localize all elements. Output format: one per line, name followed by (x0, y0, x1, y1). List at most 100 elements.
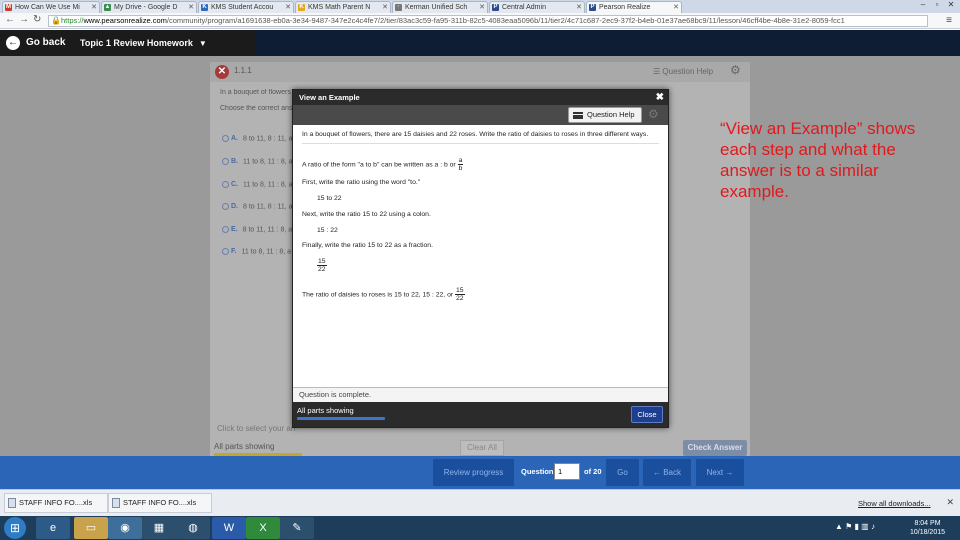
back-arrow-icon: ← (6, 36, 20, 50)
pearson-icon: P (589, 4, 596, 11)
review-progress-button[interactable]: Review progress (433, 459, 514, 486)
back-button[interactable]: ← Back (643, 459, 691, 486)
gear-icon[interactable]: ⚙ (730, 63, 741, 77)
browser-tab[interactable]: K KMS Student Accou ✕ (198, 1, 294, 13)
close-icon[interactable]: ✕ (382, 2, 388, 13)
radio-icon[interactable] (222, 181, 229, 188)
question-help-button[interactable]: ☰ Question Help (653, 67, 713, 76)
site-icon: K (201, 4, 208, 11)
media-icon[interactable]: ▦ (142, 517, 176, 539)
close-icon[interactable]: ✕ (576, 2, 582, 13)
question-number-input[interactable]: 1 (554, 463, 580, 480)
download-item[interactable]: STAFF INFO FO....xls (108, 493, 212, 513)
answer-choice-e[interactable]: E. 8 to 11, 11 : 8, a (222, 226, 294, 236)
question-total: of 20 (584, 467, 602, 476)
browser-tab[interactable]: ▲ My Drive - Google D ✕ (101, 1, 197, 13)
list-icon (573, 112, 583, 119)
chrome-icon[interactable]: ◉ (108, 517, 142, 539)
step-3-answer: 15 22 (317, 258, 327, 273)
answer-choice-f[interactable]: F. 11 to 8, 11 : 8, a (222, 248, 294, 258)
fraction-denominator: 22 (318, 266, 326, 273)
tab-label: Pearson Realize (599, 4, 651, 11)
question-number: 1.1.1 (234, 66, 252, 75)
browser-tab[interactable]: P Central Admin ✕ (489, 1, 585, 13)
close-icon[interactable]: ✕ (946, 497, 954, 508)
dialog-title-bar: View an Example ✖ (293, 90, 668, 105)
close-icon[interactable]: ✕ (285, 2, 291, 13)
next-button[interactable]: Next → (696, 459, 744, 486)
download-item[interactable]: STAFF INFO FO....xls (4, 493, 108, 513)
step-2-answer: 15 : 22 (317, 227, 338, 234)
ie-icon[interactable]: e (36, 517, 70, 539)
check-answer-button[interactable]: Check Answer (683, 440, 747, 456)
downloads-bar: STAFF INFO FO....xls STAFF INFO FO....xl… (0, 489, 960, 516)
step-3-text: Finally, write the ratio 15 to 22 as a f… (302, 242, 433, 249)
excel-icon[interactable]: X (246, 517, 280, 539)
conclusion-text: The ratio of daisies to roses is 15 to 2… (302, 291, 454, 299)
url-input[interactable]: 🔒 https://www.pearsonrealize.com/communit… (48, 15, 928, 27)
minimize-icon[interactable]: – (916, 0, 930, 10)
clock-time: 8:04 PM (914, 520, 941, 527)
forward-arrow-icon[interactable]: → (19, 14, 29, 25)
go-button[interactable]: Go (606, 459, 639, 486)
file-icon (8, 498, 16, 508)
maximize-icon[interactable]: ▫ (930, 0, 944, 10)
radio-icon[interactable] (222, 135, 229, 142)
browser-tab-active[interactable]: P Pearson Realize ✕ (586, 1, 682, 13)
browser-tab[interactable]: · Kerman Unified Sch ✕ (392, 1, 488, 13)
show-all-downloads-link[interactable]: Show all downloads... (858, 499, 931, 508)
answer-choice-d[interactable]: D. 8 to 11, 8 : 11, a (222, 203, 294, 213)
window-close-icon[interactable]: ✕ (944, 0, 958, 10)
parts-progress-bar (297, 417, 385, 420)
fraction-numerator: 15 (455, 287, 465, 295)
paint-icon[interactable]: ✎ (280, 517, 314, 539)
close-icon[interactable]: ✕ (479, 2, 485, 13)
choice-text: 8 to 11, 8 : 11, a (243, 135, 293, 143)
tab-label: KMS Math Parent N (308, 4, 371, 11)
start-button-icon[interactable]: ⊞ (4, 517, 26, 539)
download-filename: STAFF INFO FO....xls (123, 498, 197, 507)
folder-icon[interactable]: ▭ (74, 517, 108, 539)
parts-showing-label: All parts showing (297, 406, 354, 415)
parts-showing-label: All parts showing (214, 442, 275, 451)
answer-choice-b[interactable]: B. 11 to 8, 11 : 8, a (222, 158, 294, 168)
clock[interactable]: 8:04 PM 10/18/2015 (900, 519, 955, 537)
file-icon (112, 498, 120, 508)
gear-icon[interactable]: ⚙ (648, 107, 659, 121)
close-icon[interactable]: ✖ (656, 90, 664, 105)
question-help-button[interactable]: Question Help (568, 107, 642, 123)
back-arrow-icon[interactable]: ← (5, 14, 15, 25)
answer-choice-c[interactable]: C. 11 to 8, 11 : 8, a (222, 181, 294, 191)
fraction: 15 22 (317, 258, 327, 273)
answer-hint: Click to select your an (217, 424, 295, 433)
url-scheme: https:// (61, 16, 84, 25)
browser-tab[interactable]: K KMS Math Parent N ✕ (295, 1, 391, 13)
view-example-dialog: View an Example ✖ Question Help ⚙ In a b… (292, 89, 669, 428)
firefox-icon[interactable]: ◍ (176, 517, 210, 539)
lock-icon: 🔒 (51, 16, 61, 25)
clear-all-button[interactable]: Clear All (460, 440, 504, 456)
reload-icon[interactable]: ↻ (33, 14, 41, 25)
browser-menu-icon[interactable]: ≡ (946, 15, 952, 26)
word-icon[interactable]: W (212, 517, 246, 539)
close-button[interactable]: Close (631, 406, 663, 423)
clock-date: 10/18/2015 (909, 529, 946, 536)
radio-icon[interactable] (222, 226, 229, 233)
radio-icon[interactable] (222, 158, 229, 165)
step-1-text: First, write the ratio using the word "t… (302, 179, 421, 186)
radio-icon[interactable] (222, 248, 229, 255)
close-icon[interactable]: ✕ (188, 2, 194, 13)
browser-tab[interactable]: M How Can We Use Mi ✕ (2, 1, 100, 13)
go-back-button[interactable]: ← Go back (6, 35, 65, 51)
choice-letter: C. (231, 181, 238, 189)
close-icon[interactable]: ✕ (91, 2, 97, 13)
taskbar: ⊞ e ▭ ◉ ▦ ◍ W X ✎ ▲ ⚑ ▮ ▥ ♪ 8:04 PM 10/1… (0, 516, 960, 540)
dialog-toolbar: Question Help ⚙ (293, 105, 668, 125)
assignment-title-dropdown[interactable]: Topic 1 Review Homework ▼ (80, 35, 207, 52)
question-instruction: Choose the correct ans (220, 105, 293, 112)
close-icon[interactable]: ✕ (673, 2, 679, 13)
answer-choice-a[interactable]: A. 8 to 11, 8 : 11, a (222, 135, 294, 145)
chevron-down-icon: ▼ (198, 39, 207, 48)
incorrect-icon: ✕ (215, 65, 229, 79)
radio-icon[interactable] (222, 203, 229, 210)
